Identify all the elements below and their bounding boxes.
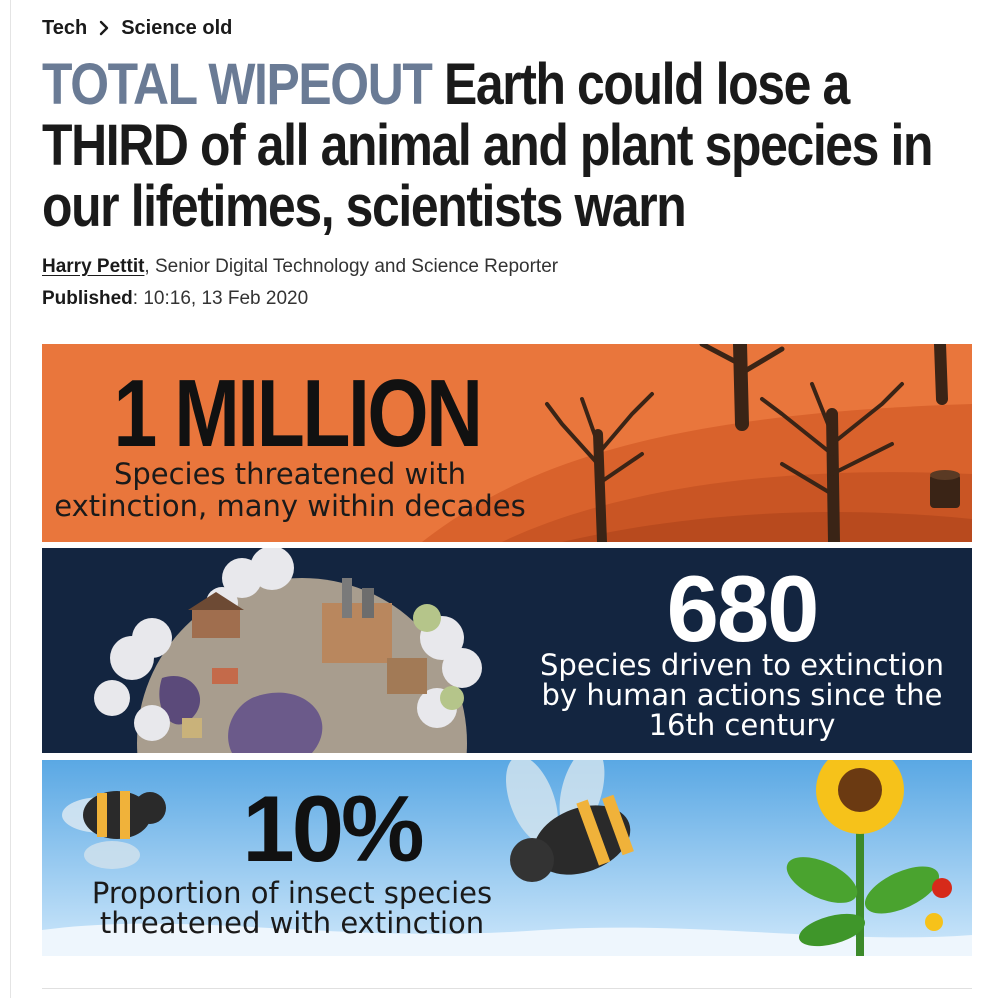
- stat-number-insects: 10%: [242, 776, 424, 881]
- article-headline: TOTAL WIPEOUT Earth could lose a THIRD o…: [42, 54, 971, 237]
- breadcrumb: Tech Science old: [42, 14, 232, 42]
- breadcrumb-link-tech[interactable]: Tech: [42, 17, 87, 40]
- infographic-panel-extinct: 680 Species driven to extinction by huma…: [42, 548, 972, 753]
- infographic-panel-insects: 10% Proportion of insect species threate…: [42, 760, 972, 956]
- section-divider: [42, 988, 972, 989]
- stat-caption-million: Species threatened with extinction, many…: [54, 457, 526, 523]
- stat-caption-insects: Proportion of insect species threatened …: [91, 876, 493, 940]
- author-role: , Senior Digital Technology and Science …: [144, 256, 559, 277]
- stat-caption-extinct: Species driven to extinction by human ac…: [540, 648, 944, 742]
- published-date: Published: 10:16, 13 Feb 2020: [42, 286, 308, 312]
- stat-number-million: 1 MILLION: [113, 360, 483, 467]
- stat-number-extinct: 680: [666, 556, 820, 661]
- chevron-right-icon: [93, 17, 115, 39]
- breadcrumb-link-science[interactable]: Science old: [121, 17, 232, 40]
- page-border: [10, 0, 11, 998]
- byline: Harry Pettit, Senior Digital Technology …: [42, 254, 558, 280]
- published-value: : 10:16, 13 Feb 2020: [132, 288, 309, 309]
- published-label: Published: [42, 288, 133, 309]
- infographic-panel-million: 1 MILLION Species threatened with extinc…: [42, 344, 972, 542]
- author-link[interactable]: Harry Pettit: [42, 256, 144, 277]
- headline-kicker: TOTAL WIPEOUT: [42, 52, 433, 117]
